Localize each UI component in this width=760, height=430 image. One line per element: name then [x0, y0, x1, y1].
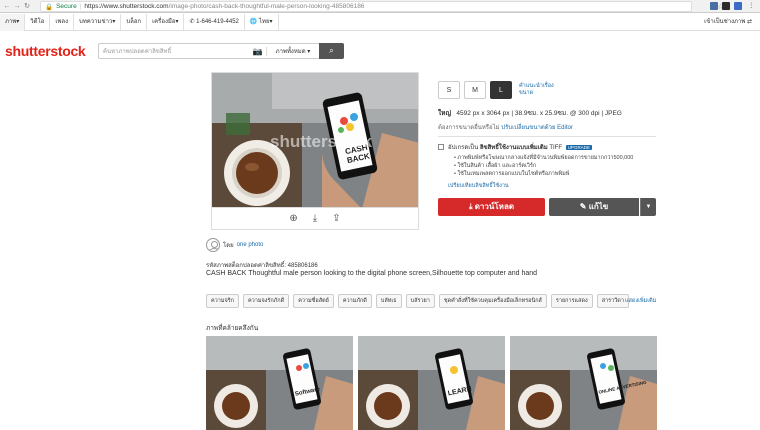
search-icon: ⌕: [329, 46, 334, 55]
nav-item-images[interactable]: ภาพ▾: [0, 13, 26, 31]
search-button[interactable]: ⌕: [319, 43, 344, 59]
resize-row: ต้องการขนาดอื่นหรือไม่ ปรับเปลี่ยนขนาดด้…: [438, 125, 573, 131]
tag-chip[interactable]: ความจงรักภักดี: [243, 294, 290, 308]
contributor-row: โดย one photo: [206, 238, 263, 252]
edit-dropdown-button[interactable]: ▼: [640, 198, 656, 216]
tag-chip[interactable]: บลัรวยา: [405, 294, 435, 308]
resize-editor-link[interactable]: ปรับเปลี่ยนขนาดด้วย Editor: [501, 125, 573, 131]
site-header: shutterstock ค้นหาภาพปลอดค่าลิขสิทธิ์ 📷 …: [0, 32, 760, 68]
tag-chip[interactable]: ความซื่อสัตย์: [293, 294, 334, 308]
list-item: • ใช้ในสินค้า เสื้อผ้า และอาร์ตเวิร์ก: [454, 163, 537, 169]
license-benefits: • ภาพพิมพ์หรือโฆษณากลางแจ้งที่มีจำนวนพิม…: [454, 154, 633, 178]
license-upgrade: อัปเกรดเป็น ลิขสิทธิ์ใช้งานแบบเพิ่มเติม …: [438, 142, 658, 152]
extension-icon[interactable]: [734, 2, 742, 10]
nav-item-blog[interactable]: บล็อก: [121, 13, 148, 31]
size-help-link[interactable]: คำแนะนำเรื่องขนาด: [519, 83, 559, 97]
download-comp-icon[interactable]: ⤓: [313, 213, 317, 224]
contributor-link[interactable]: เข้าเป็นช่างภาพ ⇄: [704, 14, 752, 31]
nav-item-music[interactable]: เพลง: [50, 13, 75, 31]
license-bold: ลิขสิทธิ์ใช้งานแบบเพิ่มเติม: [479, 145, 548, 151]
similar-image-thumb[interactable]: Software: [206, 336, 353, 430]
shutterstock-logo[interactable]: shutterstock: [5, 43, 86, 59]
compare-licenses-link[interactable]: เปรียบเทียบลิขสิทธิ์ใช้งาน: [448, 182, 509, 190]
similar-images-heading: ภาพที่คล้ายคลึงกัน: [206, 325, 259, 332]
contributor-name-link[interactable]: one photo: [237, 242, 264, 248]
search-input[interactable]: ค้นหาภาพปลอดค่าลิขสิทธิ์: [99, 46, 249, 56]
image-toolbar: ⊕ ⤓ ⇪: [211, 208, 419, 230]
extension-icon[interactable]: [722, 2, 730, 10]
search-type-dropdown[interactable]: ภาพทั้งหมด ▾: [267, 46, 319, 56]
download-button[interactable]: ⤓ ดาวน์โหลด: [438, 198, 545, 216]
tag-chip[interactable]: ชุดคำสั่งที่ใช้ควบคุมเครื่องมือเล็กทรอนิ…: [438, 294, 547, 308]
nav-item-editorial[interactable]: บทความข่าว▾: [74, 13, 122, 31]
language-selector[interactable]: 🌐 ไทย▾: [245, 13, 279, 31]
menu-icon[interactable]: ⋮: [748, 1, 755, 9]
stock-id: รหัสภาพสต็อกปลอดค่าลิขสิทธิ์: 485806186: [206, 263, 318, 269]
keyword-tags: ความจริก ความจงรักภักดี ความซื่อสัตย์ คว…: [206, 294, 629, 308]
url-path: /image-photo/cash-back-thoughtful-male-p…: [168, 3, 365, 10]
globe-icon: 🌐: [249, 18, 258, 25]
nav-item-video[interactable]: วิดีโอ: [25, 13, 51, 31]
site-top-nav: ภาพ▾ วิดีโอ เพลง บทความข่าว▾ บล็อก เครื่…: [0, 13, 760, 31]
show-more-tags-link[interactable]: แสดงเพิ่มเติม: [625, 297, 656, 305]
size-option-s[interactable]: S: [438, 81, 460, 99]
download-icon: ⤓: [468, 202, 473, 211]
watermark-text: shutterstock: [270, 132, 373, 151]
url-host: https://www.shutterstock.com: [84, 3, 169, 10]
share-icon[interactable]: ⇪: [332, 213, 340, 224]
url-text: https://www.shutterstock.com/image-photo…: [84, 3, 364, 10]
file-format: JPEG: [604, 110, 622, 117]
cm-dimensions: 38.9ซม. x 25.9ซม. @ 300 dpi: [514, 110, 600, 117]
search-bar: ค้นหาภาพปลอดค่าลิขสิทธิ์ 📷 ภาพทั้งหมด ▾ …: [98, 43, 344, 59]
similar-image-thumb[interactable]: ONLINE ADVERTISING: [510, 336, 657, 430]
camera-icon[interactable]: 📷: [249, 46, 267, 56]
tag-chip[interactable]: ความภักดี: [337, 294, 372, 308]
add-to-collection-icon[interactable]: ⊕: [289, 213, 297, 224]
chevron-down-icon: ▼: [645, 204, 652, 210]
pixel-dimensions: 4592 px x 3064 px: [456, 110, 510, 117]
similar-image-thumb[interactable]: LEARN: [358, 336, 505, 430]
back-icon[interactable]: ←: [2, 3, 12, 10]
upgrade-badge: UPGRADE: [565, 145, 592, 150]
avatar[interactable]: [206, 238, 220, 252]
size-option-l[interactable]: L: [490, 81, 512, 99]
list-item: • ภาพพิมพ์หรือโฆษณากลางแจ้งที่มีจำนวนพิม…: [454, 155, 634, 161]
main-image[interactable]: CASH BACK shutterstock: [211, 72, 419, 208]
extension-icon[interactable]: [710, 2, 718, 10]
secure-label: Secure: [56, 3, 77, 10]
phone-icon: ✆: [189, 18, 195, 25]
address-bar[interactable]: 🔒 Secure | https://www.shutterstock.com/…: [40, 1, 724, 12]
reload-icon[interactable]: ↻: [22, 2, 32, 10]
forward-icon[interactable]: →: [12, 3, 22, 10]
edit-button[interactable]: ✎ แก้ไข: [549, 198, 639, 216]
edit-icon: ✎: [579, 202, 587, 211]
main-image-photo: CASH BACK shutterstock: [212, 73, 418, 207]
license-checkbox[interactable]: [438, 144, 444, 151]
list-item: • ใช้ในเทมเพลตการออกแบบในไซต์หรือภาพพิมพ…: [454, 171, 570, 177]
browser-toolbar: ← → ↻ 🔒 Secure | https://www.shutterstoc…: [0, 0, 760, 13]
size-label: ใหญ่: [438, 110, 451, 117]
phone-number[interactable]: ✆ 1-646-419-4452: [184, 13, 245, 31]
size-selector: S M L: [438, 81, 512, 99]
tag-chip[interactable]: บลัทเธ: [375, 294, 402, 308]
lock-icon: 🔒: [45, 3, 54, 11]
size-option-m[interactable]: M: [464, 81, 486, 99]
image-size-meta: ใหญ่ 4592 px x 3064 px | 38.9ซม. x 25.9ซ…: [438, 110, 622, 117]
image-title: CASH BACK Thoughtful male person looking…: [206, 270, 538, 277]
tag-chip[interactable]: ความจริก: [206, 294, 239, 308]
nav-item-tools[interactable]: เครื่องมือ▾: [147, 13, 185, 31]
divider: [438, 136, 656, 137]
tag-chip[interactable]: รายการแสดง: [550, 294, 593, 308]
